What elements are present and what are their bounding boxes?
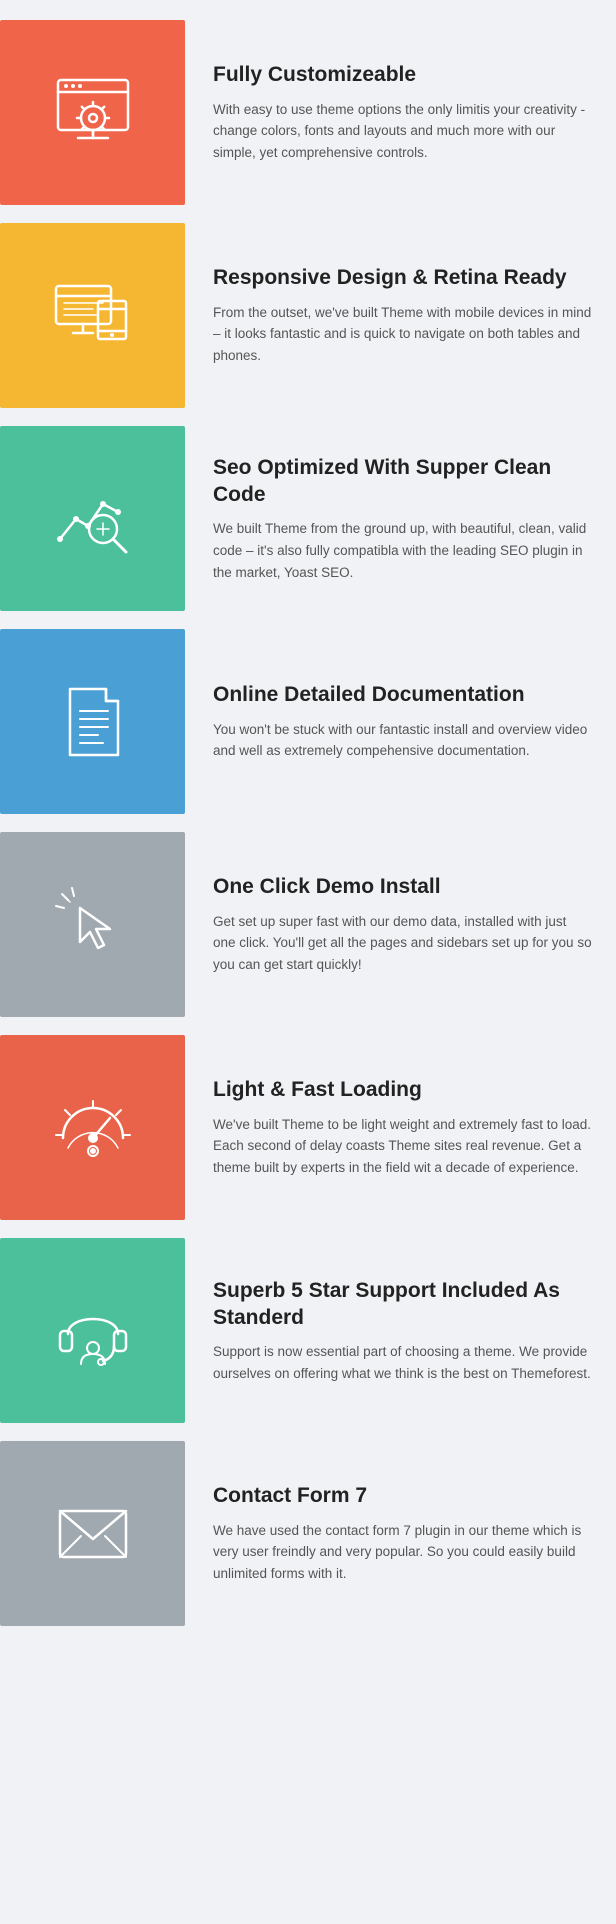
feature-item-demo: One Click Demo Install Get set up super …	[0, 832, 616, 1017]
feature-desc-responsive: From the outset, we've built Theme with …	[213, 302, 592, 367]
seo-icon	[48, 474, 138, 564]
feature-content-demo: One Click Demo Install Get set up super …	[185, 832, 616, 1017]
feature-desc-seo: We built Theme from the ground up, with …	[213, 518, 592, 583]
icon-box-fast	[0, 1035, 185, 1220]
feature-item-seo: Seo Optimized With Supper Clean Code We …	[0, 426, 616, 611]
feature-content-responsive: Responsive Design & Retina Ready From th…	[185, 223, 616, 408]
feature-desc-support: Support is now essential part of choosin…	[213, 1341, 592, 1384]
feature-title-demo: One Click Demo Install	[213, 873, 592, 900]
feature-desc-documentation: You won't be stuck with our fantastic in…	[213, 719, 592, 762]
feature-content-contact: Contact Form 7 We have used the contact …	[185, 1441, 616, 1626]
contact-icon	[48, 1489, 138, 1579]
feature-title-fast: Light & Fast Loading	[213, 1076, 592, 1103]
feature-title-documentation: Online Detailed Documentation	[213, 681, 592, 708]
feature-item-customizeable: Fully Customizeable With easy to use the…	[0, 20, 616, 205]
feature-list: Fully Customizeable With easy to use the…	[0, 0, 616, 1664]
feature-item-support: Superb 5 Star Support Included As Stande…	[0, 1238, 616, 1423]
icon-box-documentation	[0, 629, 185, 814]
feature-desc-customizeable: With easy to use theme options the only …	[213, 99, 592, 164]
responsive-icon	[48, 271, 138, 361]
icon-box-demo	[0, 832, 185, 1017]
feature-desc-demo: Get set up super fast with our demo data…	[213, 911, 592, 976]
feature-content-customizeable: Fully Customizeable With easy to use the…	[185, 20, 616, 205]
fast-icon	[48, 1083, 138, 1173]
feature-content-fast: Light & Fast Loading We've built Theme t…	[185, 1035, 616, 1220]
feature-desc-fast: We've built Theme to be light weight and…	[213, 1114, 592, 1179]
feature-item-responsive: Responsive Design & Retina Ready From th…	[0, 223, 616, 408]
icon-box-customizeable	[0, 20, 185, 205]
documentation-icon	[48, 677, 138, 767]
feature-content-support: Superb 5 Star Support Included As Stande…	[185, 1238, 616, 1423]
icon-box-contact	[0, 1441, 185, 1626]
feature-item-contact: Contact Form 7 We have used the contact …	[0, 1441, 616, 1626]
support-icon	[48, 1286, 138, 1376]
feature-content-documentation: Online Detailed Documentation You won't …	[185, 629, 616, 814]
feature-item-fast: Light & Fast Loading We've built Theme t…	[0, 1035, 616, 1220]
feature-desc-contact: We have used the contact form 7 plugin i…	[213, 1520, 592, 1585]
icon-box-responsive	[0, 223, 185, 408]
feature-title-customizeable: Fully Customizeable	[213, 61, 592, 88]
icon-box-seo	[0, 426, 185, 611]
demo-icon	[48, 880, 138, 970]
feature-title-contact: Contact Form 7	[213, 1482, 592, 1509]
customizeable-icon	[48, 68, 138, 158]
feature-title-support: Superb 5 Star Support Included As Stande…	[213, 1277, 592, 1332]
feature-item-documentation: Online Detailed Documentation You won't …	[0, 629, 616, 814]
feature-title-seo: Seo Optimized With Supper Clean Code	[213, 454, 592, 509]
feature-title-responsive: Responsive Design & Retina Ready	[213, 264, 592, 291]
feature-content-seo: Seo Optimized With Supper Clean Code We …	[185, 426, 616, 611]
icon-box-support	[0, 1238, 185, 1423]
